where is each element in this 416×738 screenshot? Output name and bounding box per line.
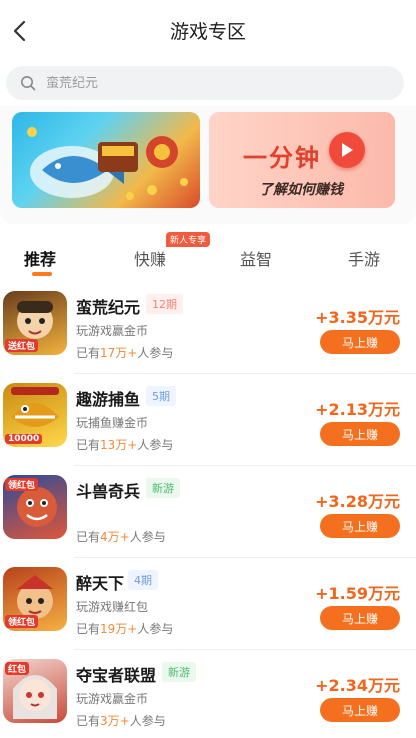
participant-count: 已有4万+人参与 — [76, 530, 166, 544]
tab-puzzle[interactable]: 益智 — [240, 246, 272, 270]
icon-badge: 10000 — [5, 434, 43, 444]
reward-amount: +3.35万元 — [315, 308, 400, 327]
search-input[interactable] — [46, 75, 346, 91]
participant-count: 已有13万+人参与 — [76, 438, 174, 452]
game-name: 蛮荒纪元 — [76, 298, 141, 317]
new-game-tag: 新游 — [146, 478, 180, 498]
game-icon: 10000 — [3, 383, 67, 447]
banner-section: 一分钟 了解如何赚钱 — [0, 106, 416, 224]
game-description: 玩游戏赚红包 — [76, 600, 149, 614]
earn-now-button[interactable]: 马上赚 — [320, 330, 400, 354]
participant-count: 已有17万+人参与 — [76, 346, 174, 360]
participant-count: 已有19万+人参与 — [76, 622, 174, 636]
icon-badge: 领红包 — [5, 615, 39, 628]
page-title: 游戏专区 — [169, 21, 246, 43]
participant-count: 已有3万+人参与 — [76, 714, 166, 728]
game-icon: 送红包 — [3, 291, 67, 355]
reward-amount: +1.59万元 — [315, 584, 400, 603]
play-icon — [329, 132, 365, 168]
game-name: 趣游捕鱼 — [76, 390, 141, 409]
earn-guide-banner[interactable]: 一分钟 了解如何赚钱 — [209, 112, 395, 208]
game-promo-banner[interactable] — [12, 112, 200, 208]
list-item[interactable]: 领红包 斗兽奇兵 新游 已有4万+人参与 +3.28万元 马上赚 — [0, 466, 416, 558]
list-item[interactable]: 红包 夺宝者联盟 新游 玩游戏赢金币 已有3万+人参与 +2.34万元 马上赚 — [0, 650, 416, 738]
earn-now-button[interactable]: 马上赚 — [320, 606, 400, 630]
earn-now-button[interactable]: 马上赚 — [320, 698, 400, 722]
active-tab-indicator — [32, 272, 52, 276]
new-game-tag: 新游 — [162, 662, 196, 682]
game-name: 斗兽奇兵 — [76, 482, 141, 501]
category-tabs: 推荐 快赚 新人专享 益智 手游 — [0, 232, 416, 278]
icon-badge: 送红包 — [5, 339, 39, 352]
tab-mobile-games[interactable]: 手游 — [348, 246, 380, 270]
fishing-game-art — [27, 127, 188, 200]
game-icon: 红包 — [3, 659, 67, 723]
icon-badge: 红包 — [5, 662, 30, 675]
game-description: 玩捕鱼赚金币 — [76, 416, 149, 430]
tab-quick-earn[interactable]: 快赚 — [134, 246, 166, 270]
list-item[interactable]: 送红包 蛮荒纪元 12期 玩游戏赢金币 已有17万+人参与 +3.35万元 马上… — [0, 282, 416, 374]
new-user-badge: 新人专享 — [166, 232, 211, 247]
reward-amount: +2.13万元 — [315, 400, 400, 419]
list-item[interactable]: 10000 趣游捕鱼 5期 玩捕鱼赚金币 已有13万+人参与 +2.13万元 马… — [0, 374, 416, 466]
reward-amount: +2.34万元 — [315, 676, 400, 695]
earn-banner-subtitle: 了解如何赚钱 — [259, 182, 343, 198]
search-bar[interactable] — [6, 66, 404, 100]
list-item[interactable]: 领红包 醉天下 4期 玩游戏赚红包 已有19万+人参与 +1.59万元 马上赚 — [0, 558, 416, 650]
game-icon: 领红包 — [3, 475, 67, 539]
earn-now-button[interactable]: 马上赚 — [320, 422, 400, 446]
game-name: 夺宝者联盟 — [76, 666, 157, 685]
period-tag: 4期 — [128, 570, 158, 590]
icon-badge: 领红包 — [5, 478, 39, 491]
top-bar: 游戏专区 — [0, 0, 416, 62]
earn-now-button[interactable]: 马上赚 — [320, 514, 400, 538]
search-icon — [21, 76, 36, 91]
game-icon: 领红包 — [3, 567, 67, 631]
period-tag: 5期 — [146, 386, 176, 406]
game-description: 玩游戏赢金币 — [76, 324, 149, 338]
period-tag: 12期 — [146, 294, 183, 314]
reward-amount: +3.28万元 — [315, 492, 400, 511]
game-description: 玩游戏赢金币 — [76, 692, 149, 706]
earn-banner-title: 一分钟 — [243, 144, 321, 172]
game-name: 醉天下 — [76, 574, 125, 593]
tab-recommend[interactable]: 推荐 — [24, 246, 56, 270]
